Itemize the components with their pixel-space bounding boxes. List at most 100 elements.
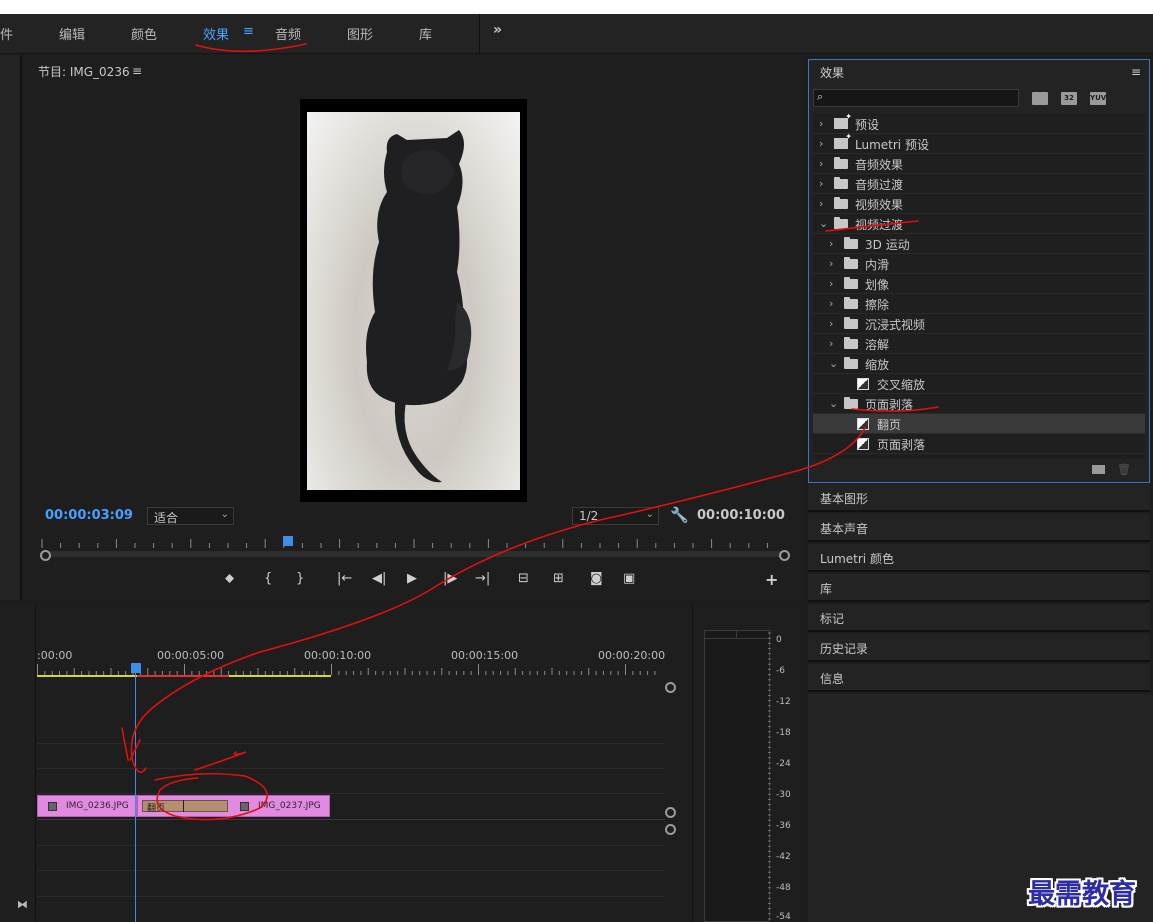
- go-to-out-icon[interactable]: →|: [475, 571, 490, 586]
- tab-edit[interactable]: 编辑: [59, 24, 85, 43]
- chevron-right-icon[interactable]: ›: [829, 337, 833, 350]
- trash-icon[interactable]: 🗑: [1117, 463, 1131, 476]
- effects-tree-row[interactable]: › 音频过渡: [813, 174, 1145, 194]
- timeline-playhead[interactable]: [131, 663, 141, 673]
- panel-markers[interactable]: 标记: [808, 604, 1150, 632]
- chevron-right-icon[interactable]: ›: [829, 277, 833, 290]
- video-preview-image: [307, 112, 520, 490]
- transition-icon: [857, 438, 869, 450]
- chevron-right-icon[interactable]: ›: [819, 177, 823, 190]
- tab-color[interactable]: 颜色: [131, 24, 157, 43]
- mark-in-icon[interactable]: {: [264, 571, 272, 586]
- workspace-bar: [0, 14, 1153, 54]
- chevron-right-icon[interactable]: ›: [819, 117, 823, 130]
- tab-library[interactable]: 库: [419, 24, 432, 43]
- effects-tree-row[interactable]: › 视频效果: [813, 194, 1145, 214]
- settings-wrench-icon[interactable]: 🔧: [670, 506, 689, 524]
- scrub-end-handle[interactable]: [779, 550, 790, 561]
- chevron-right-icon[interactable]: ›: [829, 237, 833, 250]
- audio-meter-peak: [704, 630, 770, 639]
- effects-tree-row[interactable]: ⌄ 视频过渡: [813, 214, 1145, 234]
- effects-tree-row[interactable]: › 内滑: [813, 254, 1145, 274]
- monitor-playhead[interactable]: [283, 536, 293, 546]
- new-bin-icon[interactable]: [1092, 465, 1105, 474]
- export-frame-icon[interactable]: ◙: [590, 571, 603, 586]
- current-timecode[interactable]: 00:00:03:09: [45, 508, 133, 523]
- chevron-right-icon[interactable]: ›: [829, 317, 833, 330]
- page-turn-transition[interactable]: 翻页: [142, 800, 228, 814]
- effects-tree-row[interactable]: › 划像: [813, 274, 1145, 294]
- yuv-effects-icon[interactable]: YUV: [1090, 92, 1106, 105]
- tab-audio[interactable]: 音频: [275, 24, 301, 43]
- panel-history[interactable]: 历史记录: [808, 634, 1150, 662]
- timeline-scroll-handle[interactable]: [665, 807, 676, 818]
- tab-effects-menu-icon[interactable]: ≡: [243, 24, 254, 39]
- timeline-scroll-handle[interactable]: [665, 824, 676, 835]
- accelerated-effects-icon[interactable]: [1032, 92, 1048, 105]
- chevron-right-icon[interactable]: ›: [819, 157, 823, 170]
- tab-graphics[interactable]: 图形: [347, 24, 373, 43]
- effects-tree-row[interactable]: › 溶解: [813, 334, 1145, 354]
- effects-tree-row[interactable]: 交叉缩放: [813, 374, 1145, 394]
- effects-tree-row[interactable]: ⌄ 页面剥落: [813, 394, 1145, 414]
- monitor-scrub-bar[interactable]: [40, 551, 786, 557]
- db-label: -30: [776, 790, 791, 800]
- effects-tree-row[interactable]: 页面剥落: [813, 434, 1145, 454]
- track-divider: [37, 845, 665, 846]
- monitor-menu-icon[interactable]: ≡: [132, 64, 142, 78]
- step-forward-icon[interactable]: |▶: [443, 571, 457, 586]
- effects-panel-menu-icon[interactable]: ≡: [1131, 65, 1141, 79]
- scrub-start-handle[interactable]: [40, 550, 51, 561]
- chevron-right-icon[interactable]: ›: [829, 257, 833, 270]
- effects-tree-row[interactable]: › 擦除: [813, 294, 1145, 314]
- panel-libraries[interactable]: 库: [808, 574, 1150, 602]
- effects-tree-row[interactable]: ⌄ 缩放: [813, 354, 1145, 374]
- monitor-time-ruler[interactable]: [40, 533, 786, 549]
- effects-tree-row[interactable]: › 预设: [813, 112, 1145, 134]
- add-button-icon[interactable]: +: [765, 570, 778, 589]
- chevron-right-icon[interactable]: ›: [819, 197, 823, 210]
- audio-meter-scale: [768, 632, 771, 920]
- effects-search-input[interactable]: [813, 89, 1019, 107]
- chevron-down-icon[interactable]: ⌄: [829, 397, 838, 410]
- effects-tree-row[interactable]: 翻页: [813, 414, 1145, 434]
- folder-icon: [834, 217, 848, 229]
- workspace-separator: [479, 14, 480, 54]
- effects-tree-row[interactable]: › 沉浸式视频: [813, 314, 1145, 334]
- chevron-down-icon[interactable]: ⌄: [829, 357, 838, 370]
- panel-essential-sound[interactable]: 基本声音: [808, 514, 1150, 542]
- extract-icon[interactable]: ⊞: [553, 571, 564, 586]
- panel-info[interactable]: 信息: [808, 664, 1150, 692]
- timeline-playhead-line[interactable]: [135, 670, 136, 922]
- folder-icon: [844, 337, 858, 349]
- lift-icon[interactable]: ⊟: [518, 571, 529, 586]
- effects-tree-row[interactable]: › 音频效果: [813, 154, 1145, 174]
- effects-tree-row[interactable]: › Lumetri 预设: [813, 132, 1145, 154]
- effects-tree-row[interactable]: › 3D 运动: [813, 234, 1145, 254]
- panel-essential-graphics[interactable]: 基本图形: [808, 484, 1150, 512]
- tab-effects[interactable]: 效果: [203, 24, 229, 43]
- step-back-icon[interactable]: ◀|: [372, 571, 386, 586]
- more-workspaces-icon[interactable]: »: [493, 22, 502, 38]
- clip-img-0236[interactable]: IMG_0236.JPG: [37, 795, 137, 817]
- mark-out-icon[interactable]: }: [296, 571, 304, 586]
- folder-icon: [844, 357, 858, 369]
- panel-label: 信息: [820, 672, 845, 686]
- go-to-in-icon[interactable]: |←: [337, 571, 352, 586]
- effects-tree-label: Lumetri 预设: [855, 138, 929, 152]
- play-icon[interactable]: ▶: [407, 571, 417, 586]
- resolution-select[interactable]: 1/2 ⌄: [572, 507, 659, 525]
- chevron-right-icon[interactable]: ›: [829, 297, 833, 310]
- tab-workspace-0[interactable]: 件: [0, 24, 13, 43]
- timeline-settings-icon[interactable]: ⧓: [17, 898, 28, 911]
- chevron-down-icon[interactable]: ⌄: [819, 217, 828, 230]
- marker-icon[interactable]: ⬥: [225, 571, 234, 586]
- search-icon: ⌕: [817, 90, 824, 103]
- timeline-scroll-handle-top[interactable]: [665, 682, 676, 693]
- compare-icon[interactable]: ▣: [623, 571, 635, 586]
- fit-select[interactable]: 适合 ⌄: [147, 507, 234, 525]
- panel-lumetri-color[interactable]: Lumetri 颜色: [808, 544, 1150, 572]
- chevron-right-icon[interactable]: ›: [819, 137, 823, 150]
- effects-tree-label: 视频效果: [855, 198, 904, 212]
- 32-bit-effects-icon[interactable]: 32: [1061, 92, 1077, 105]
